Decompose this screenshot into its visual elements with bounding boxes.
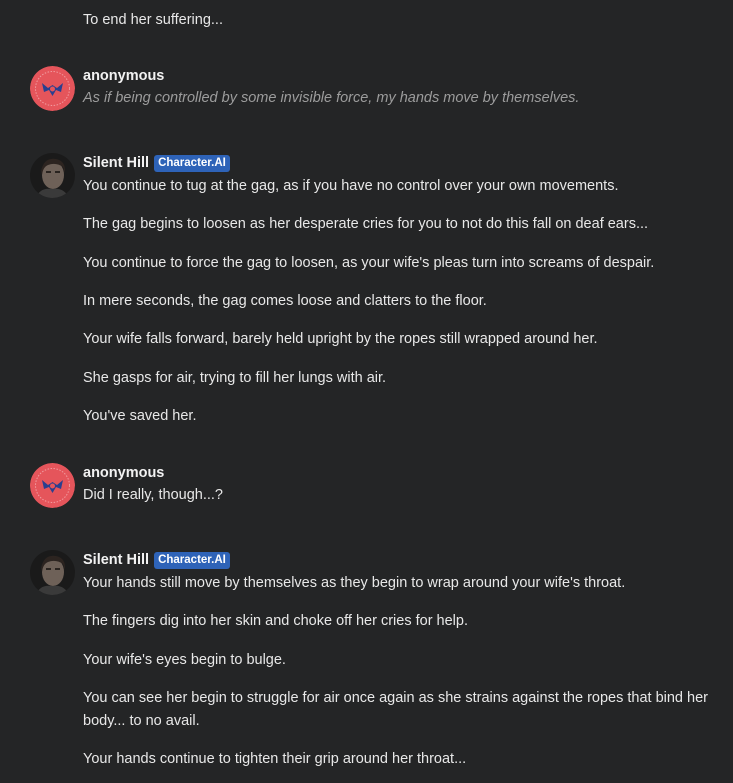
character-portrait-icon bbox=[30, 153, 75, 198]
bot-avatar[interactable] bbox=[30, 550, 75, 595]
winged-emblem-icon bbox=[30, 463, 75, 508]
author-name[interactable]: anonymous bbox=[83, 68, 164, 84]
character-ai-badge: Character.AI bbox=[154, 154, 230, 172]
message-text: Your wife falls forward, barely held upr… bbox=[83, 331, 598, 347]
message-text: Did I really, though...? bbox=[83, 487, 223, 503]
author-name[interactable]: Silent Hill bbox=[83, 552, 149, 568]
message-text: Your hands continue to tighten their gri… bbox=[83, 751, 467, 767]
user-avatar[interactable] bbox=[30, 66, 75, 111]
message-text: You continue to tug at the gag, as if yo… bbox=[83, 178, 619, 194]
message-text: Your hands still move by themselves as t… bbox=[83, 575, 626, 591]
message-text: You can see her begin to struggle for ai… bbox=[83, 690, 708, 729]
character-ai-badge: Character.AI bbox=[154, 551, 230, 569]
message-text: You've saved her. bbox=[83, 408, 197, 424]
author-name[interactable]: anonymous bbox=[83, 465, 164, 481]
author-name[interactable]: Silent Hill bbox=[83, 155, 149, 171]
message-text: In mere seconds, the gag comes loose and… bbox=[83, 293, 487, 309]
message-text: You continue to force the gag to loosen,… bbox=[83, 255, 655, 271]
message-text: The fingers dig into her skin and choke … bbox=[83, 613, 469, 629]
message-text: The gag begins to loosen as her desperat… bbox=[83, 216, 649, 232]
character-portrait-icon bbox=[30, 550, 75, 595]
message-text: She gasps for air, trying to fill her lu… bbox=[83, 370, 387, 386]
winged-emblem-icon bbox=[30, 66, 75, 111]
message-text: To end her suffering... bbox=[83, 12, 223, 28]
message-text: As if being controlled by some invisible… bbox=[83, 90, 580, 106]
bot-avatar[interactable] bbox=[30, 153, 75, 198]
message-text: Your wife's eyes begin to bulge. bbox=[83, 652, 286, 668]
user-avatar[interactable] bbox=[30, 463, 75, 508]
